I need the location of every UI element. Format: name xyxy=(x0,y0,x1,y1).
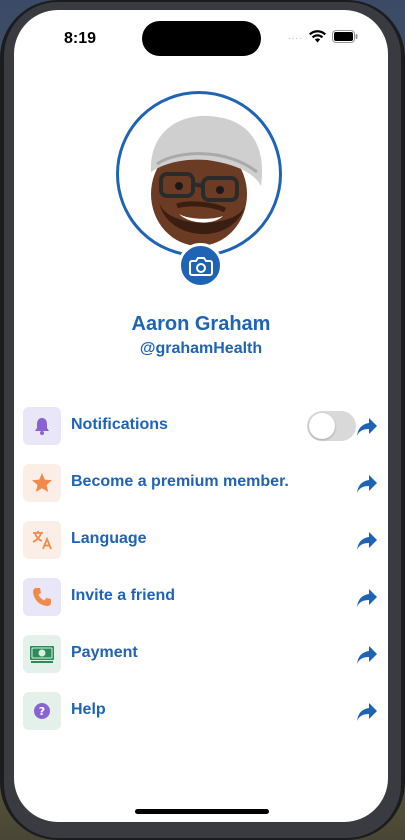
menu-item-label: Become a premium member. xyxy=(71,473,289,490)
home-indicator[interactable] xyxy=(135,809,269,814)
battery-icon xyxy=(332,30,358,43)
camera-icon xyxy=(188,256,213,276)
share-arrow-icon[interactable] xyxy=(356,417,378,437)
menu-item-label: Payment xyxy=(71,644,138,661)
menu-item-label: Language xyxy=(71,530,147,547)
star-icon xyxy=(23,464,61,502)
menu-item-notifications[interactable]: Notifications xyxy=(14,407,388,447)
menu-item-help[interactable]: ? Help xyxy=(14,692,388,732)
notifications-toggle[interactable] xyxy=(307,411,356,441)
share-arrow-icon[interactable] xyxy=(356,531,378,551)
menu-item-premium[interactable]: Become a premium member. xyxy=(14,464,388,504)
menu-item-language[interactable]: Language xyxy=(14,521,388,561)
dynamic-island xyxy=(142,21,261,56)
money-icon xyxy=(23,635,61,673)
help-icon: ? xyxy=(23,692,61,730)
wifi-icon xyxy=(309,30,326,43)
menu-item-invite[interactable]: Invite a friend xyxy=(14,578,388,618)
profile-name: Aaron Graham xyxy=(131,313,271,335)
svg-text:?: ? xyxy=(39,705,45,718)
bell-icon xyxy=(23,407,61,445)
translate-icon xyxy=(23,521,61,559)
menu-item-label: Invite a friend xyxy=(71,587,176,604)
share-arrow-icon[interactable] xyxy=(356,702,378,722)
menu-item-label: Help xyxy=(71,701,106,718)
profile-handle: @grahamHealth xyxy=(139,340,263,357)
menu-item-label: Notifications xyxy=(71,416,168,433)
menu-item-payment[interactable]: Payment xyxy=(14,635,388,675)
share-arrow-icon[interactable] xyxy=(356,474,378,494)
memoji-avatar xyxy=(127,102,271,246)
app-screen: 8:19 .... Aaron Graham @grahamHealth Not… xyxy=(14,10,388,822)
profile-avatar[interactable] xyxy=(116,91,282,257)
change-photo-button[interactable] xyxy=(178,243,223,288)
status-time: 8:19 xyxy=(64,30,97,47)
device-frame: 8:19 .... Aaron Graham @grahamHealth Not… xyxy=(0,0,405,840)
share-arrow-icon[interactable] xyxy=(356,645,378,665)
share-arrow-icon[interactable] xyxy=(356,588,378,608)
status-icons: .... xyxy=(288,30,358,43)
phone-icon xyxy=(23,578,61,616)
signal-indicator: .... xyxy=(287,31,303,42)
toggle-knob xyxy=(309,413,335,439)
